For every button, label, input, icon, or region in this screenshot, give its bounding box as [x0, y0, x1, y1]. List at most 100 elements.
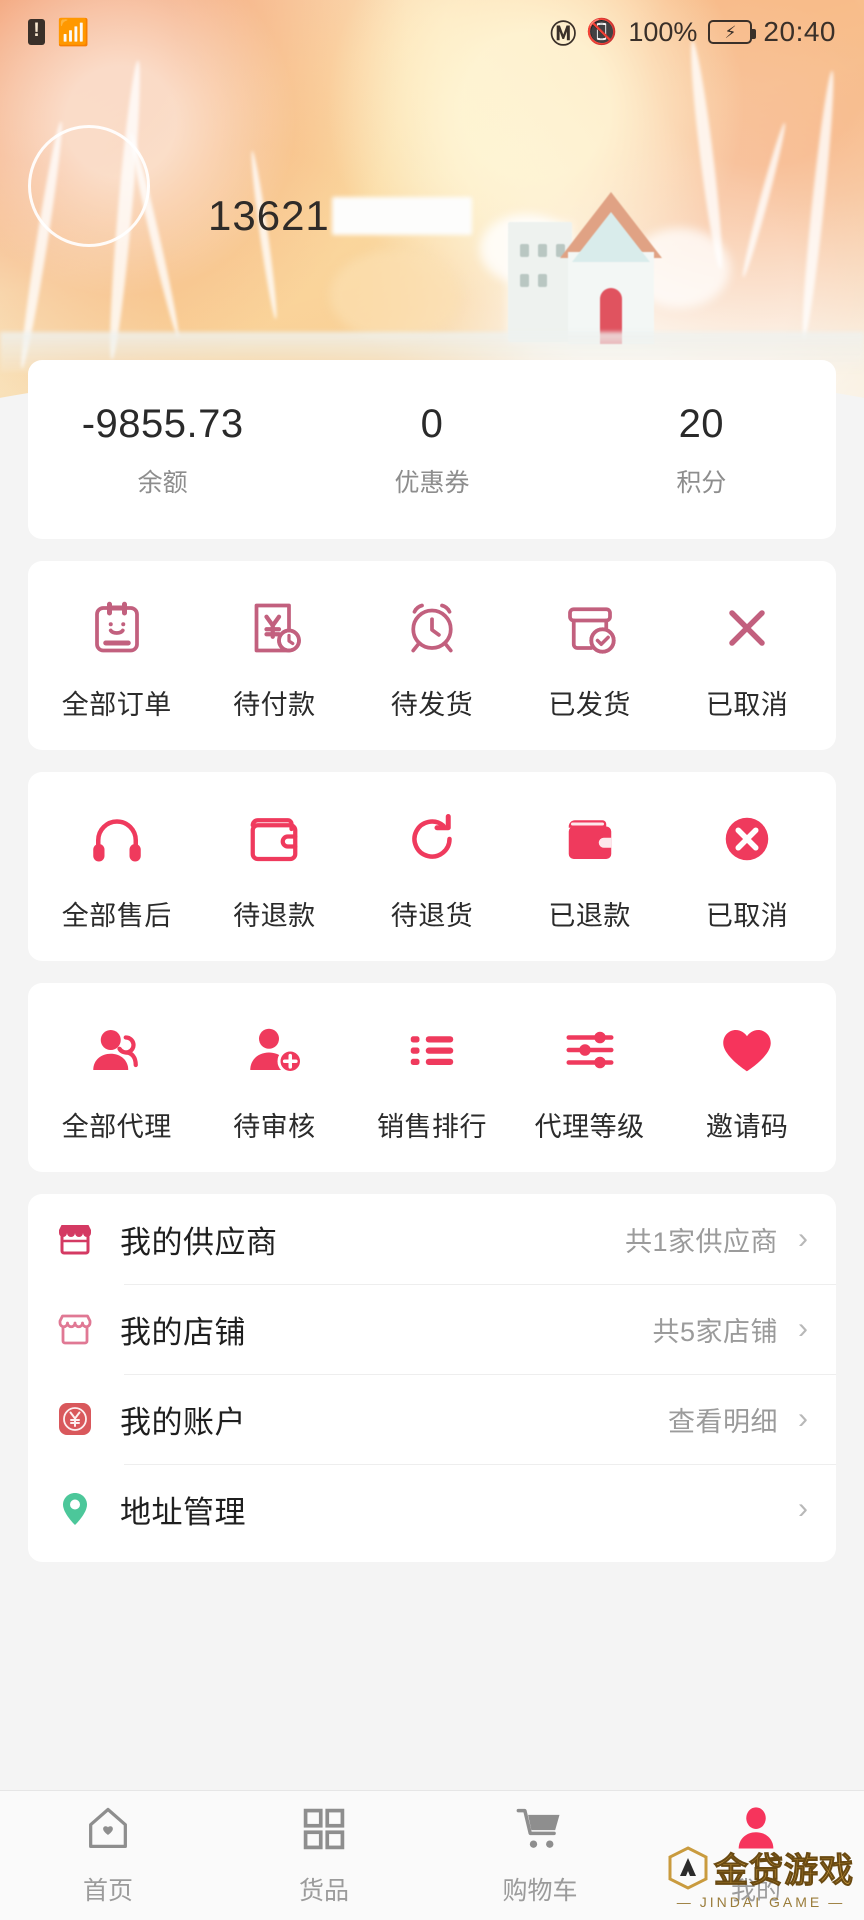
- agent-item-pending[interactable]: 待审核: [196, 1017, 354, 1144]
- stat-value: 20: [678, 402, 725, 446]
- yen-square-icon: [52, 1396, 98, 1442]
- clipboard-smiley-icon: [84, 595, 150, 661]
- bottom-navigation: 首页 货品 购物车 我的: [0, 1790, 864, 1920]
- location-pin-icon: [52, 1486, 98, 1532]
- chevron-right-icon: ›: [798, 1312, 808, 1345]
- stat-balance[interactable]: -9855.73 余额: [28, 402, 297, 499]
- mobile-screen: 📶 Ⓜ 📵 100% ⚡ 20:40 13621 -9855.73 余额 0: [0, 0, 864, 1920]
- order-label: 待发货: [390, 690, 474, 720]
- tab-mine[interactable]: 我的: [648, 1805, 864, 1907]
- menu-value: 共5家店铺: [652, 1316, 778, 1347]
- menu-label: 地址管理: [120, 1494, 246, 1530]
- username: 13621: [208, 192, 472, 240]
- store-filled-icon: [52, 1216, 98, 1262]
- close-circle-filled-icon: [714, 806, 780, 872]
- menu-value: 共1家供应商: [624, 1226, 778, 1257]
- alarm-clock-icon: [399, 595, 465, 661]
- agent-item-ranking[interactable]: 销售排行: [353, 1017, 511, 1144]
- menu-label: 我的供应商: [120, 1224, 278, 1260]
- heart-icon: [714, 1017, 780, 1083]
- order-label: 已取消: [705, 690, 789, 720]
- avatar[interactable]: [28, 125, 150, 247]
- menu-row-address[interactable]: 地址管理 ›: [28, 1464, 836, 1554]
- tab-goods[interactable]: 货品: [216, 1805, 432, 1907]
- aftersales-item-returning[interactable]: 待退货: [353, 806, 511, 933]
- aftersales-label: 已取消: [705, 901, 789, 931]
- tab-label: 货品: [298, 1876, 349, 1905]
- list-icon: [399, 1017, 465, 1083]
- agent-item-all[interactable]: 全部代理: [38, 1017, 196, 1144]
- orders-grid: 全部订单 待付款 待发货 已发货 已取消: [28, 561, 836, 750]
- menu-label: 我的账户: [120, 1404, 246, 1440]
- person-icon: [730, 1805, 782, 1855]
- nfc-icon: Ⓜ: [550, 18, 576, 49]
- chevron-right-icon: ›: [798, 1492, 808, 1525]
- grid-icon: [298, 1805, 350, 1855]
- user-plus-icon: [241, 1017, 307, 1083]
- aftersales-grid: 全部售后 待退款 待退货 已退款 已取消: [28, 772, 836, 961]
- aftersales-label: 待退货: [390, 901, 474, 931]
- agent-label: 全部代理: [61, 1112, 172, 1142]
- sliders-icon: [557, 1017, 623, 1083]
- aftersales-label: 已退款: [548, 901, 631, 931]
- headphones-icon: [84, 806, 150, 872]
- username-text: 13621: [208, 192, 330, 239]
- tab-cart[interactable]: 购物车: [432, 1805, 648, 1907]
- status-time: 20:40: [763, 16, 836, 47]
- order-item-cancelled[interactable]: 已取消: [668, 595, 826, 722]
- battery-charging-icon: ⚡: [708, 20, 757, 44]
- agent-label: 邀请码: [705, 1112, 789, 1142]
- chevron-right-icon: ›: [798, 1402, 808, 1435]
- order-item-toship[interactable]: 待发货: [353, 595, 511, 722]
- agents-grid: 全部代理 待审核 销售排行 代理等级 邀请码: [28, 983, 836, 1172]
- tab-label: 首页: [82, 1876, 133, 1905]
- aftersales-item-all[interactable]: 全部售后: [38, 806, 196, 933]
- agent-item-level[interactable]: 代理等级: [511, 1017, 669, 1144]
- menu-label: 我的店铺: [120, 1314, 246, 1350]
- aftersales-item-refunded[interactable]: 已退款: [511, 806, 669, 933]
- chevron-right-icon: ›: [798, 1222, 808, 1255]
- aftersales-item-refunding[interactable]: 待退款: [196, 806, 354, 933]
- tab-label: 购物车: [502, 1876, 578, 1905]
- stat-points[interactable]: 20 积分: [567, 402, 836, 499]
- menu-list: 我的供应商 共1家供应商 › 我的店铺 共5家店铺 › 我的账户 查看明细 › …: [28, 1194, 836, 1562]
- agent-label: 待审核: [233, 1112, 316, 1142]
- store-outline-icon: [52, 1306, 98, 1352]
- vibrate-icon: 📵: [586, 17, 618, 46]
- wallet-filled-icon: [557, 806, 623, 872]
- order-item-all[interactable]: 全部订单: [38, 595, 196, 722]
- username-redaction: [331, 197, 472, 235]
- tab-label: 我的: [730, 1876, 781, 1905]
- cart-icon: [514, 1805, 566, 1855]
- order-label: 已发货: [548, 690, 631, 720]
- aftersales-item-cancelled[interactable]: 已取消: [668, 806, 826, 933]
- menu-value: 查看明细: [668, 1406, 778, 1437]
- agent-label: 销售排行: [376, 1112, 487, 1142]
- home-heart-icon: [82, 1805, 134, 1855]
- order-label: 全部订单: [61, 690, 172, 720]
- wifi-icon: 📶: [57, 17, 90, 47]
- order-label: 待付款: [233, 690, 316, 720]
- sim-alert-icon: [28, 18, 45, 45]
- stat-label: 优惠券: [394, 469, 470, 497]
- profile-header: 📶 Ⓜ 📵 100% ⚡ 20:40 13621: [0, 0, 864, 404]
- order-item-unpaid[interactable]: 待付款: [196, 595, 354, 722]
- status-bar: 📶 Ⓜ 📵 100% ⚡ 20:40: [0, 0, 864, 64]
- stat-label: 余额: [137, 469, 188, 497]
- agent-item-invite[interactable]: 邀请码: [668, 1017, 826, 1144]
- menu-row-supplier[interactable]: 我的供应商 共1家供应商 ›: [28, 1194, 836, 1284]
- stats-card: -9855.73 余额 0 优惠券 20 积分: [28, 360, 836, 539]
- return-arrow-icon: [399, 806, 465, 872]
- box-check-icon: [557, 595, 623, 661]
- stat-coupon[interactable]: 0 优惠券: [297, 402, 566, 499]
- agent-label: 代理等级: [534, 1112, 645, 1142]
- tab-home[interactable]: 首页: [0, 1805, 216, 1907]
- menu-row-shop[interactable]: 我的店铺 共5家店铺 ›: [28, 1284, 836, 1374]
- aftersales-label: 待退款: [233, 901, 316, 931]
- menu-row-account[interactable]: 我的账户 查看明细 ›: [28, 1374, 836, 1464]
- stat-value: 0: [420, 402, 444, 446]
- order-item-shipped[interactable]: 已发货: [511, 595, 669, 722]
- receipt-yen-clock-icon: [241, 595, 307, 661]
- battery-percent: 100%: [628, 16, 698, 47]
- wallet-outline-icon: [241, 806, 307, 872]
